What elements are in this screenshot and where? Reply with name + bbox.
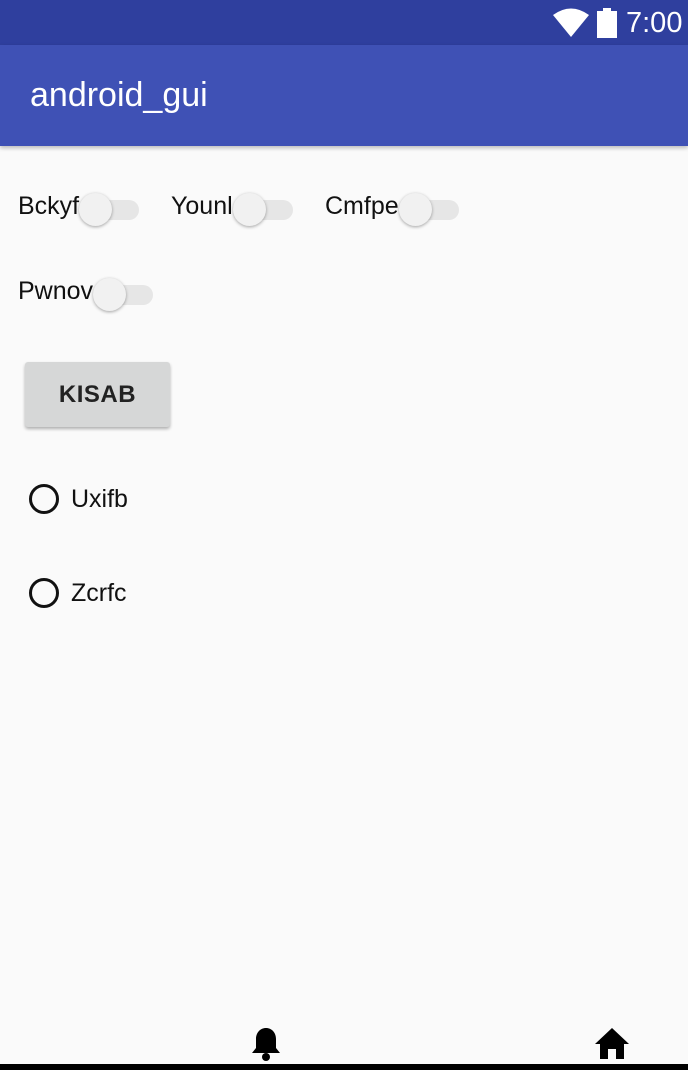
switch-younl[interactable]: Younl: [171, 188, 297, 226]
switch-thumb: [93, 278, 127, 311]
radio-label: Zcrfc: [71, 578, 127, 607]
radio-circle[interactable]: [29, 484, 59, 514]
toggle-switch[interactable]: [93, 273, 157, 311]
bell-icon[interactable]: [250, 1026, 282, 1062]
switch-label: Pwnov: [18, 277, 94, 305]
toggle-switch[interactable]: [232, 188, 297, 226]
switch-thumb: [232, 193, 266, 226]
screen: 7:00 android_gui Bckyf Younl Cmfpe Pwnov: [0, 0, 688, 1070]
battery-icon: [597, 8, 617, 38]
switch-thumb: [79, 193, 113, 226]
kisab-button[interactable]: KISAB: [25, 362, 170, 427]
radio-circle[interactable]: [29, 578, 59, 608]
switch-thumb: [398, 193, 432, 226]
switch-label: Younl: [171, 192, 233, 220]
wifi-icon: [553, 8, 589, 37]
status-clock: 7:00: [626, 7, 683, 39]
switch-cmfpe[interactable]: Cmfpe: [325, 188, 463, 226]
switch-label: Cmfpe: [325, 192, 399, 220]
radio-uxifb[interactable]: Uxifb: [29, 484, 128, 514]
switch-bckyf[interactable]: Bckyf: [18, 188, 143, 226]
switch-label: Bckyf: [18, 192, 80, 220]
status-bar: 7:00: [0, 0, 688, 45]
app-title: android_gui: [30, 76, 208, 114]
toggle-switch[interactable]: [79, 188, 143, 226]
bottom-edge: [0, 1064, 688, 1070]
home-icon[interactable]: [594, 1027, 630, 1060]
radio-label: Uxifb: [71, 484, 128, 513]
app-bar: android_gui: [0, 45, 688, 146]
switch-pwnov[interactable]: Pwnov: [18, 273, 157, 311]
toggle-switch[interactable]: [398, 188, 463, 226]
radio-zcrfc[interactable]: Zcrfc: [29, 578, 127, 608]
